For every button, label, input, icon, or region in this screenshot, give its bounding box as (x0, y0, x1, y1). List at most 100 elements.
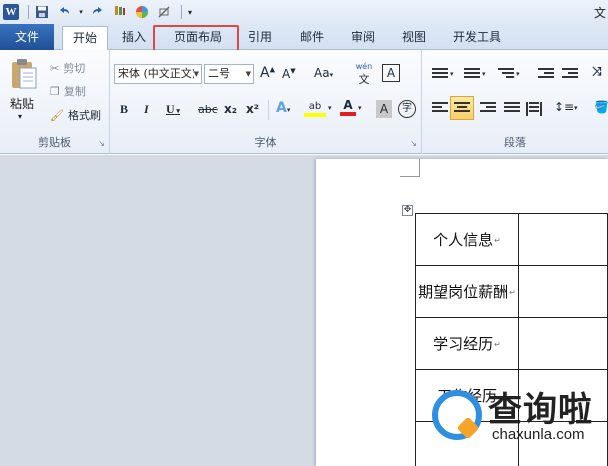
font-size-value: 二号 (208, 67, 230, 80)
phonetic-guide-button[interactable]: wén 文 (354, 62, 374, 87)
tab-home[interactable]: 开始 (62, 26, 108, 51)
chevron-down-icon: ▼ (245, 70, 251, 78)
paste-dropdown-icon[interactable]: ▾ (18, 112, 22, 121)
font-name-combo[interactable]: 宋体 (中文正文) ▼ (114, 64, 202, 84)
line-spacing-dropdown-icon[interactable]: ▾ (574, 104, 578, 112)
bold-button[interactable]: B (120, 102, 128, 117)
tab-file[interactable]: 文件 (0, 24, 54, 50)
char-border-button[interactable]: A (382, 64, 400, 82)
table-cell-value[interactable] (518, 265, 608, 318)
redo-icon[interactable] (89, 3, 107, 21)
table-move-handle-icon[interactable]: ✥ (402, 205, 413, 216)
clipboard-group-label: 剪贴板 (38, 136, 71, 149)
quick-access-toolbar: W ▾ ▾ 文 (0, 0, 608, 24)
font-color-glyph: A (343, 98, 353, 112)
tab-insert[interactable]: 插入 (112, 26, 156, 50)
char-shading-button[interactable]: A (376, 100, 392, 118)
font-color-dropdown-icon[interactable]: ▾ (358, 104, 362, 112)
distributed-icon[interactable] (526, 102, 542, 116)
bullets-icon[interactable] (432, 68, 448, 82)
line-spacing-icon[interactable]: ↕≡ (554, 100, 574, 114)
copy-button[interactable]: ❐ 复制 (50, 83, 86, 99)
paragraph-mark: ↵ (494, 236, 501, 245)
tab-review[interactable]: 审阅 (343, 26, 383, 50)
tab-mailings[interactable]: 邮件 (292, 26, 332, 50)
color-wheel-icon[interactable] (133, 3, 151, 21)
highlight-color-bar (304, 113, 326, 117)
table-cell-value[interactable] (518, 213, 608, 266)
dropdown-arrow-icon[interactable]: ▾ (77, 3, 85, 21)
superscript-glyph: x² (246, 102, 259, 116)
tab-developer[interactable]: 开发工具 (445, 26, 509, 50)
save-icon[interactable] (33, 3, 51, 21)
change-case-button[interactable]: Aa▾ (314, 66, 333, 80)
numbering-icon[interactable] (464, 68, 480, 82)
highlighter-icon: ab (308, 101, 322, 112)
window-title-fragment: 文 (593, 6, 606, 20)
brush-icon[interactable] (111, 3, 129, 21)
decrease-indent-icon[interactable] (538, 68, 554, 82)
customize-toolbar-icon[interactable]: ▾ (186, 3, 194, 21)
paste-icon[interactable] (10, 58, 38, 90)
clear-format-icon[interactable] (155, 3, 173, 21)
font-name-value: 宋体 (中文正文) (118, 67, 194, 80)
justify-icon[interactable] (504, 102, 520, 116)
align-right-icon[interactable] (480, 102, 496, 116)
undo-icon[interactable] (55, 3, 73, 21)
numbering-dropdown-icon[interactable]: ▾ (482, 70, 486, 78)
dialog-launcher-icon[interactable]: ↘ (410, 139, 417, 148)
enclose-characters-button[interactable]: 字 (398, 100, 416, 118)
phonetic-guide-icon: wén (355, 62, 373, 71)
tab-references[interactable]: 引用 (240, 26, 280, 50)
word-app-icon[interactable]: W (2, 3, 20, 21)
bullets-dropdown-icon[interactable]: ▾ (450, 70, 454, 78)
grow-font-glyph: A (260, 65, 270, 81)
format-painter-button[interactable]: 🖌 格式刷 (50, 107, 101, 123)
italic-button[interactable]: I (144, 102, 149, 117)
highlight-dropdown-icon[interactable]: ▾ (328, 104, 332, 112)
text-effects-glyph: A (276, 100, 287, 116)
shrink-font-button[interactable]: A▼ (282, 67, 296, 81)
group-divider (268, 100, 269, 120)
underline-button[interactable]: U ▾ (166, 102, 180, 117)
table-row: 期望岗位薪酬↵ (414, 265, 608, 318)
shading-icon[interactable]: 🪣 (594, 100, 608, 114)
multilevel-dropdown-icon[interactable]: ▾ (516, 70, 520, 78)
increase-indent-icon[interactable] (562, 68, 578, 82)
ribbon-tabs: 文件 开始 插入 页面布局 引用 邮件 审阅 视图 开发工具 (0, 24, 608, 51)
tab-view[interactable]: 视图 (394, 26, 434, 50)
subscript-glyph: x₂ (224, 102, 237, 116)
ribbon-home: 粘贴 ▾ ✂ 剪切 ❐ 复制 🖌 格式刷 剪贴板 ↘ 宋体 (中文正文) ▼ 二号 ▼… (0, 50, 608, 154)
text-effects-button[interactable]: A▾ (276, 100, 290, 116)
superscript-button[interactable]: x² (246, 102, 259, 116)
clipboard-group: 粘贴 ▾ ✂ 剪切 ❐ 复制 🖌 格式刷 剪贴板 ↘ (0, 50, 110, 154)
paragraph-group: ▾ ▾ ▾ ⤨ ↕≡ ▾ 🪣 段落 (422, 50, 608, 154)
bold-glyph: B (120, 102, 129, 116)
underline-glyph: U (166, 102, 175, 116)
table-cell-value[interactable] (518, 317, 608, 370)
dialog-launcher-icon[interactable]: ↘ (98, 139, 105, 148)
font-color-button[interactable]: A (340, 98, 356, 116)
font-size-combo[interactable]: 二号 ▼ (204, 64, 254, 84)
highlight-color-button[interactable]: ab (304, 98, 326, 117)
copy-label: 复制 (63, 85, 86, 98)
asian-layout-icon[interactable]: ⤨ (592, 64, 602, 79)
paste-button[interactable]: 粘贴 (10, 95, 34, 112)
font-group: 宋体 (中文正文) ▼ 二号 ▼ A▲ A▼ Aa▾ wén 文 A B I U… (110, 50, 422, 154)
toolbar-separator (181, 5, 182, 19)
subscript-button[interactable]: x₂ (224, 102, 237, 116)
grow-font-button[interactable]: A▲ (260, 65, 275, 81)
table-cell-label[interactable]: 期望岗位薪酬↵ (414, 265, 520, 318)
word-logo: W (3, 4, 19, 20)
table-cell-label[interactable]: 学习经历↵ (414, 317, 520, 370)
strikethrough-button[interactable]: abc (198, 103, 218, 116)
multilevel-list-icon[interactable] (498, 68, 514, 82)
align-center-icon[interactable] (454, 102, 470, 116)
cut-button[interactable]: ✂ 剪切 (50, 60, 85, 76)
format-painter-icon: 🖌 (50, 108, 64, 122)
table-row: 学习经历↵ (414, 317, 608, 370)
change-case-glyph: Aa (314, 66, 330, 80)
align-left-icon[interactable] (432, 102, 448, 116)
paragraph-mark: ↵ (494, 340, 501, 349)
table-cell-label[interactable]: 个人信息↵ (414, 213, 520, 266)
